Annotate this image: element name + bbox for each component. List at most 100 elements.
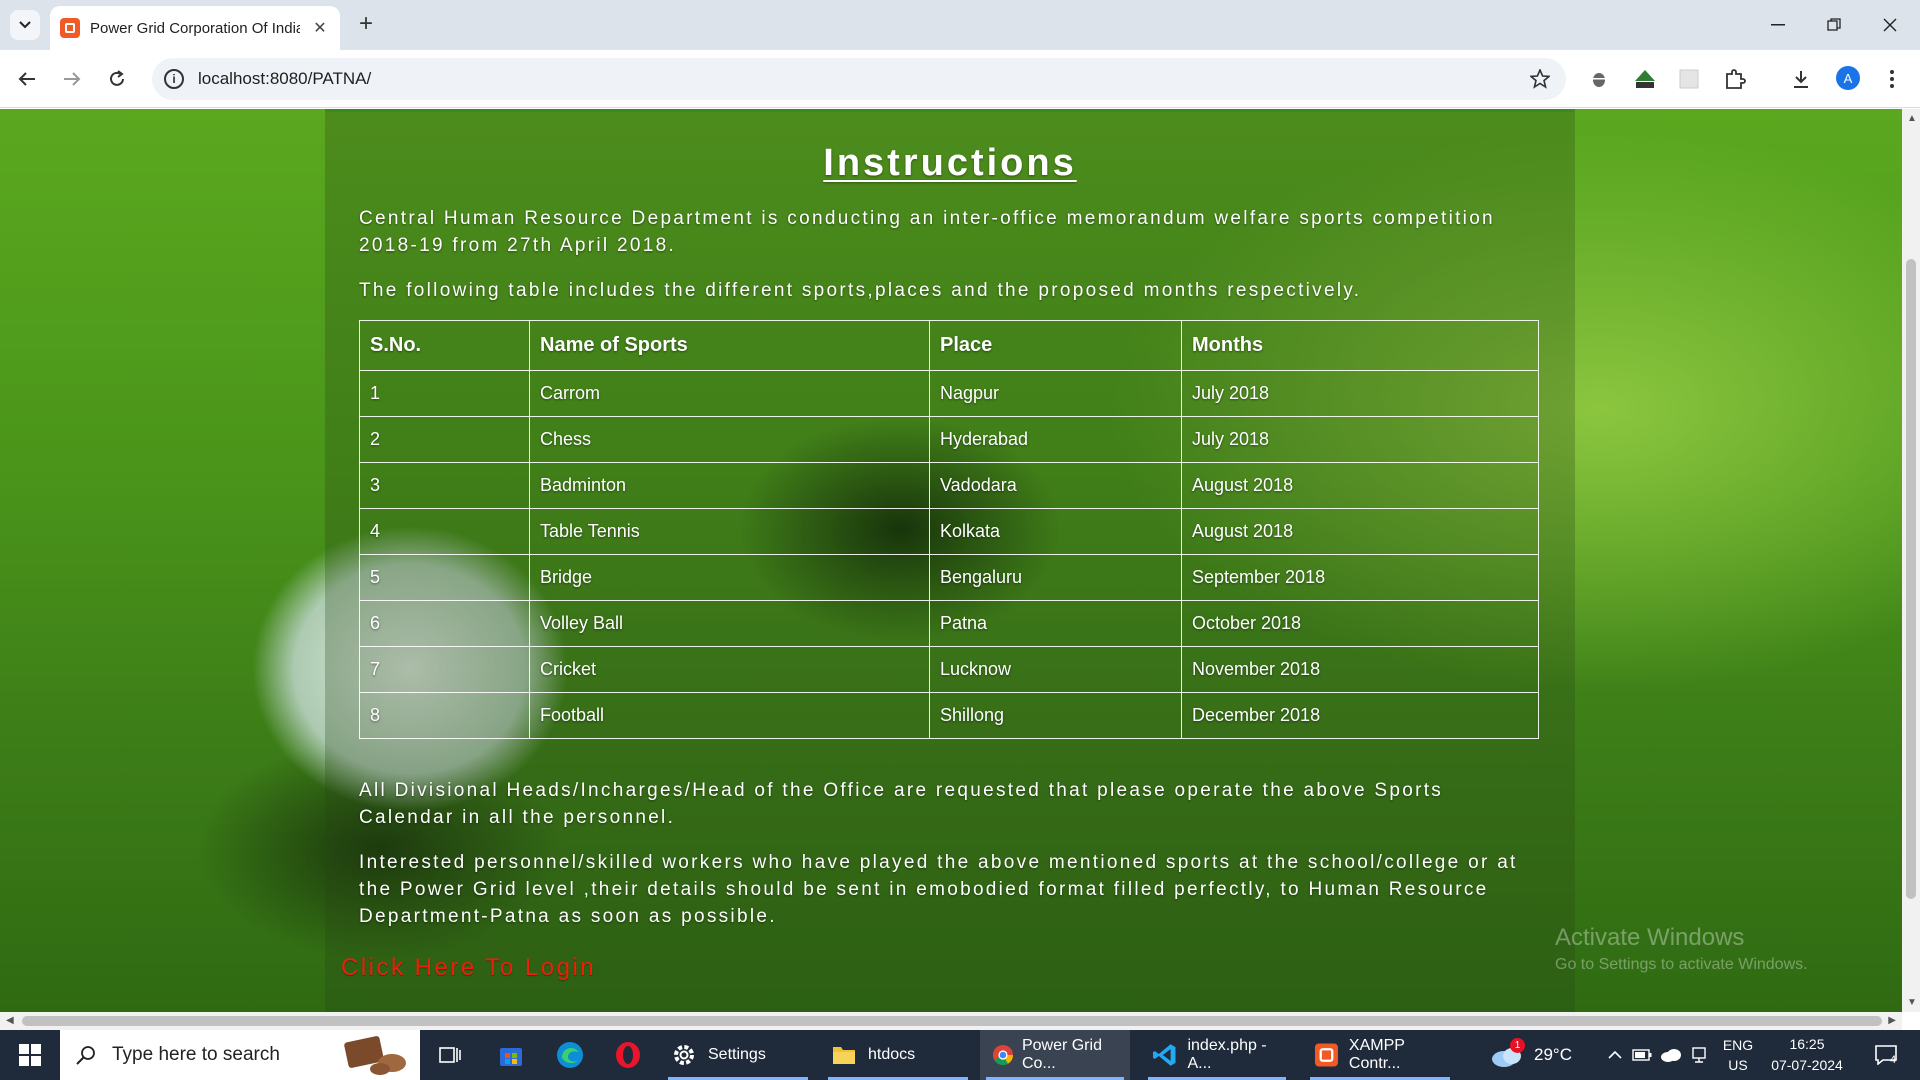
- xampp-favicon-icon: [60, 18, 80, 38]
- new-tab-button[interactable]: +: [352, 11, 380, 39]
- column-header-months: Months: [1181, 320, 1539, 371]
- network-icon[interactable]: [1688, 1030, 1712, 1080]
- tab-search-button[interactable]: [10, 10, 40, 40]
- arrow-right-icon: [64, 72, 81, 86]
- vscode-app-button[interactable]: index.php - A...: [1142, 1030, 1292, 1080]
- start-button[interactable]: [0, 1030, 60, 1080]
- sports-schedule-table: S.No. Name of Sports Place Months 1 Carr…: [359, 320, 1539, 739]
- opera-app-button[interactable]: [602, 1030, 654, 1080]
- xampp-app-button[interactable]: XAMPP Contr...: [1304, 1030, 1456, 1080]
- scroll-up-icon[interactable]: ▲: [1907, 113, 1917, 124]
- htdocs-folder-button[interactable]: htdocs: [822, 1030, 974, 1080]
- minimize-icon: [1771, 24, 1785, 26]
- back-button[interactable]: [12, 64, 42, 94]
- onedrive-cloud-icon[interactable]: [1658, 1030, 1684, 1080]
- profile-avatar[interactable]: A: [1836, 66, 1860, 90]
- cell-month: July 2018: [1181, 370, 1539, 417]
- chrome-app-button[interactable]: Power Grid Co...: [980, 1030, 1130, 1080]
- horizontal-scroll-thumb[interactable]: [22, 1016, 1882, 1026]
- heads-request-paragraph: All Divisional Heads/Incharges/Head of t…: [359, 780, 1444, 828]
- column-header-sport: Name of Sports: [529, 320, 930, 371]
- bug-extension-icon[interactable]: [1587, 67, 1611, 91]
- cell-month: October 2018: [1181, 600, 1539, 647]
- chevron-up-icon: [1608, 1051, 1622, 1059]
- settings-app-button[interactable]: Settings: [662, 1030, 814, 1080]
- restore-icon: [1827, 18, 1841, 31]
- vertical-scrollbar[interactable]: ▲ ▼: [1902, 109, 1920, 1012]
- scroll-down-icon[interactable]: ▼: [1907, 997, 1917, 1008]
- edge-app-button[interactable]: [544, 1030, 596, 1080]
- windows-taskbar: Type here to search Settings htdocs Powe…: [0, 1030, 1920, 1080]
- store-app-button[interactable]: [486, 1030, 536, 1080]
- task-view-button[interactable]: [428, 1030, 472, 1080]
- vertical-scroll-thumb[interactable]: [1906, 259, 1916, 899]
- table-row: 4 Table Tennis Kolkata August 2018: [359, 508, 1539, 555]
- region-code: US: [1728, 1057, 1748, 1073]
- cell-place: Vadodara: [929, 462, 1182, 509]
- edge-browser-icon: [557, 1042, 583, 1068]
- weather-widget[interactable]: 1 29°C: [1490, 1030, 1600, 1080]
- scroll-left-icon[interactable]: ◀: [6, 1015, 14, 1026]
- notifications-button[interactable]: 4: [1866, 1030, 1906, 1080]
- table-row: 3 Badminton Vadodara August 2018: [359, 462, 1539, 509]
- show-hidden-icons-button[interactable]: [1603, 1030, 1627, 1080]
- forward-button[interactable]: [57, 64, 87, 94]
- taskbar-search-box[interactable]: Type here to search: [60, 1030, 420, 1080]
- watermark-subtitle: Go to Settings to activate Windows.: [1555, 956, 1808, 973]
- cell-sport: Carrom: [529, 370, 930, 417]
- cell-sport: Bridge: [529, 554, 930, 601]
- cell-place: Bengaluru: [929, 554, 1182, 601]
- weather-alert-badge: 1: [1510, 1038, 1525, 1053]
- table-row: 2 Chess Hyderabad July 2018: [359, 416, 1539, 463]
- url-text[interactable]: localhost:8080/PATNA/: [198, 69, 371, 89]
- close-icon: [1883, 18, 1897, 32]
- search-placeholder: Type here to search: [112, 1044, 280, 1065]
- cell-month: August 2018: [1181, 508, 1539, 555]
- cell-sno: 8: [359, 692, 530, 739]
- html-extension-icon[interactable]: [1633, 67, 1657, 91]
- cell-sno: 2: [359, 416, 530, 463]
- search-icon: [76, 1046, 95, 1065]
- tab-title: Power Grid Corporation Of India: [90, 19, 300, 37]
- cell-month: August 2018: [1181, 462, 1539, 509]
- opera-browser-icon: [616, 1042, 640, 1068]
- bookmark-star-icon[interactable]: [1530, 69, 1550, 89]
- restore-button[interactable]: [1806, 0, 1862, 50]
- puzzle-extensions-icon[interactable]: [1723, 67, 1747, 91]
- clock-time: 16:25: [1789, 1036, 1825, 1052]
- table-row: 5 Bridge Bengaluru September 2018: [359, 554, 1539, 601]
- close-window-button[interactable]: [1862, 0, 1918, 50]
- scroll-right-icon[interactable]: ▶: [1888, 1015, 1896, 1026]
- site-info-icon[interactable]: i: [164, 69, 184, 89]
- chrome-browser-icon: [992, 1044, 1014, 1066]
- horizontal-scrollbar[interactable]: ◀ ▶: [0, 1012, 1902, 1030]
- cell-place: Kolkata: [929, 508, 1182, 555]
- extension-placeholder-icon[interactable]: [1677, 67, 1701, 91]
- vscode-app-label: index.php - A...: [1187, 1037, 1267, 1072]
- settings-app-label: Settings: [708, 1046, 766, 1063]
- address-bar[interactable]: i localhost:8080/PATNA/: [152, 58, 1566, 100]
- browser-menu-icon[interactable]: [1880, 67, 1904, 91]
- microsoft-store-icon: [500, 1048, 522, 1066]
- language-indicator[interactable]: ENG US: [1718, 1030, 1758, 1080]
- browser-toolbar: i localhost:8080/PATNA/: [0, 50, 1920, 108]
- browser-tab[interactable]: Power Grid Corporation Of India ✕: [50, 6, 340, 50]
- table-intro-paragraph: The following table includes the differe…: [359, 280, 1362, 301]
- minimize-button[interactable]: [1750, 0, 1806, 50]
- download-icon[interactable]: [1789, 67, 1813, 91]
- language-code: ENG: [1722, 1037, 1754, 1053]
- windows-logo-icon: [19, 1044, 41, 1066]
- folder-icon: [833, 1047, 855, 1064]
- tab-close-icon[interactable]: ✕: [310, 18, 330, 38]
- login-link[interactable]: Click Here To Login: [341, 954, 596, 982]
- page-title: Instructions: [823, 142, 1077, 184]
- cell-sport: Table Tennis: [529, 508, 930, 555]
- chrome-app-label: Power Grid Co...: [1021, 1037, 1102, 1072]
- reload-button[interactable]: [102, 64, 132, 94]
- cell-place: Lucknow: [929, 646, 1182, 693]
- clock[interactable]: 16:25 07-07-2024: [1762, 1030, 1852, 1080]
- table-row: 8 Football Shillong December 2018: [359, 692, 1539, 739]
- battery-icon[interactable]: [1630, 1030, 1654, 1080]
- column-header-place: Place: [929, 320, 1182, 371]
- cell-sport: Badminton: [529, 462, 930, 509]
